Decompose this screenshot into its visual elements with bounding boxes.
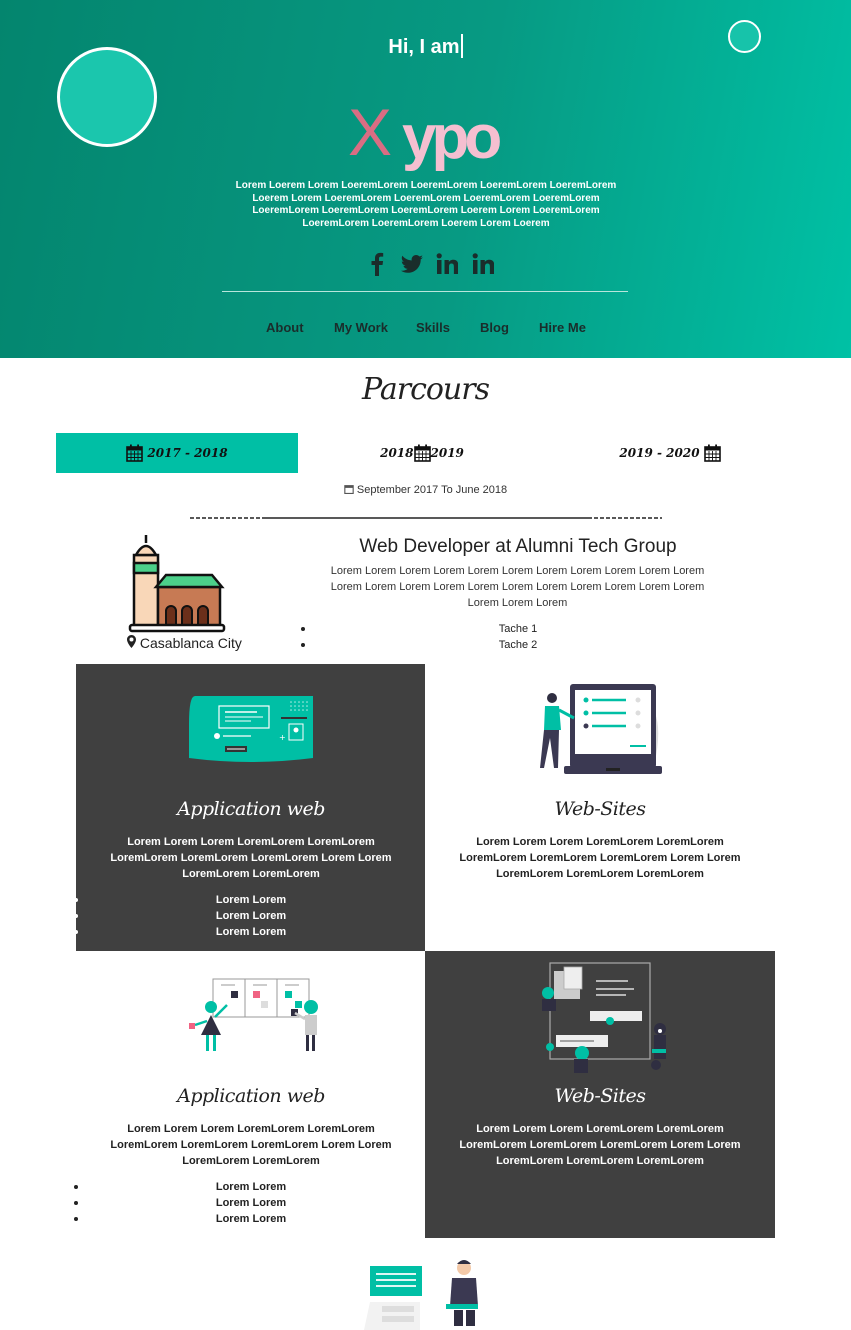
section-title-parcours: Parcours [362, 372, 490, 407]
calendar-icon [413, 444, 431, 462]
date-range-text: September 2017 To June 2018 [356, 484, 508, 496]
service-card-web-sites: Web-Sites Lorem Lorem Lorem LoremLorem L… [425, 951, 775, 1238]
hero-description: Lorem Loerem Lorem LoeremLorem LoeremLor… [235, 180, 617, 229]
typing-caret [460, 34, 463, 58]
nav-hire-me[interactable]: Hire Me [539, 320, 586, 335]
nav-blog[interactable]: Blog [480, 320, 509, 335]
list-item: Lorem Lorem [74, 924, 426, 940]
date-range: September 2017 To June 2018 [0, 484, 851, 496]
nav-about[interactable]: About [266, 320, 304, 335]
greeting-text: Hi, I am [388, 36, 460, 58]
wireframe-illustration [542, 962, 666, 1073]
tab-label-end: 2019 [430, 446, 464, 460]
illustration [76, 977, 426, 1057]
mosque-illustration [128, 535, 226, 633]
tab-label: 2019 - 2020 [619, 446, 700, 460]
facebook-icon[interactable] [370, 252, 384, 278]
tab-2017-2018[interactable]: 2017 - 2018 [56, 433, 298, 473]
card-title: Web-Sites [554, 798, 646, 820]
dashboard-illustration: + [189, 696, 313, 762]
team-board-illustration [189, 978, 318, 1051]
calendar-icon [344, 485, 354, 494]
calendar-icon [126, 444, 144, 462]
list-item: Tache 1 [300, 621, 736, 637]
list-item: Tache 2 [300, 637, 736, 653]
list-item: Lorem Lorem [74, 1211, 426, 1227]
illustration [425, 961, 775, 1077]
task-list: Tache 1 Tache 2 [300, 621, 736, 653]
nav-skills[interactable]: Skills [416, 320, 450, 335]
laptop-illustration [540, 684, 662, 774]
tab-2019-2020[interactable]: 2019 - 2020 [546, 433, 794, 473]
card-list: Lorem Lorem Lorem Lorem Lorem Lorem [74, 1179, 426, 1227]
card-title: Web-Sites [554, 1085, 646, 1107]
social-links [364, 252, 495, 278]
job-title: Web Developer at Alumni Tech Group [359, 536, 677, 557]
logo-x: X [348, 95, 393, 169]
card-description: Lorem Lorem Lorem LoremLorem LoremLorem … [110, 1123, 392, 1167]
tab-2018-2019[interactable]: 2018 2019 [298, 433, 546, 473]
list-item: Lorem Lorem [74, 1195, 426, 1211]
greeting: Hi, I am [0, 34, 851, 59]
hero-header: Hi, I am X ypo Lorem Loerem Lorem Loerem… [0, 0, 851, 358]
logo: X ypo [340, 96, 510, 176]
card-description: Lorem Lorem Lorem LoremLorem LoremLorem … [459, 1123, 741, 1167]
service-card-application-web: + Application web Lorem Lorem Lorem Lore… [74, 664, 426, 951]
twitter-icon[interactable] [400, 252, 424, 278]
illustration [425, 682, 775, 780]
card-title: Application web [177, 1085, 325, 1107]
svg-text:+: + [279, 733, 286, 742]
list-item: Lorem Lorem [74, 892, 426, 908]
card-description: Lorem Lorem Lorem LoremLorem LoremLorem … [110, 836, 392, 880]
hero-divider [222, 291, 628, 292]
tab-label-start: 2018 [380, 446, 414, 460]
card-list: Lorem Lorem Lorem Lorem Lorem Lorem [74, 892, 426, 940]
calendar-icon [703, 444, 721, 462]
timeline-divider [190, 517, 662, 519]
list-item: Lorem Lorem [74, 908, 426, 924]
city-name: Casablanca City [139, 635, 242, 651]
nav-my-work[interactable]: My Work [334, 320, 388, 335]
tab-label: 2017 - 2018 [147, 446, 228, 460]
card-description: Lorem Lorem Lorem LoremLorem LoremLorem … [459, 836, 741, 880]
service-card-web-sites: Web-Sites Lorem Lorem Lorem LoremLorem L… [425, 664, 775, 951]
decorative-circle-large [57, 47, 157, 147]
illustration: + [76, 694, 426, 766]
map-marker-icon [127, 635, 136, 648]
list-item: Lorem Lorem [74, 1179, 426, 1195]
linkedin-icon[interactable] [436, 252, 459, 278]
linkedin-icon[interactable] [472, 252, 495, 278]
main-nav: About My Work Skills Blog Hire Me [0, 320, 851, 340]
city-location: Casablanca City [127, 635, 242, 651]
logo-ypo: ypo [402, 103, 502, 172]
person-document-illustration [364, 1260, 478, 1330]
service-card-application-web: Application web Lorem Lorem Lorem LoremL… [74, 951, 426, 1238]
card-title: Application web [177, 798, 325, 820]
job-description: Lorem Lorem Lorem Lorem Lorem Lorem Lore… [330, 565, 705, 609]
